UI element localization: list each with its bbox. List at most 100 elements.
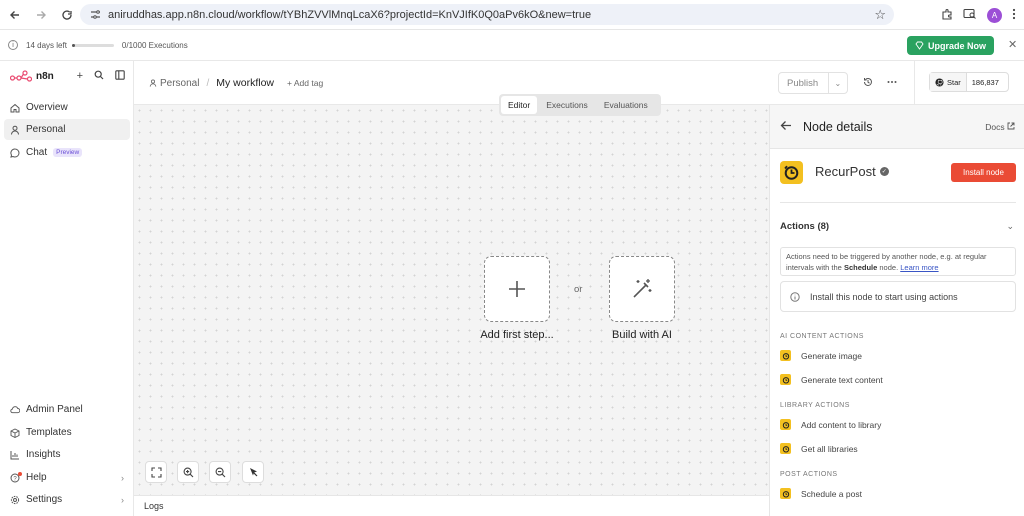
trial-days-left: 14 days left [26,40,67,50]
publish-label: Publish [787,77,819,89]
action-item[interactable]: Generate text content [780,374,883,385]
profile-avatar[interactable]: A [987,7,1002,23]
recurpost-logo-icon [780,161,803,184]
section-heading: POST ACTIONS [780,471,838,478]
site-settings-icon[interactable] [88,8,102,22]
collapse-sidebar-icon[interactable] [115,69,125,83]
house-icon [10,103,20,113]
sidebar-item-templates[interactable]: Templates [4,422,130,443]
pointer-mode-icon[interactable] [242,461,264,483]
project-link[interactable]: Personal [149,78,199,89]
user-icon [149,79,157,87]
action-label: Generate text content [801,374,883,385]
github-star-count: 186,837 [971,77,999,87]
logs-panel-toggle[interactable]: Logs [134,495,769,516]
sidebar-item-settings[interactable]: Settings › [4,489,130,510]
extensions-icon[interactable] [941,8,953,23]
bookmark-star-icon[interactable]: ☆ [874,7,886,23]
tab-search-icon[interactable] [963,8,977,23]
external-link-icon [1007,122,1015,130]
history-icon[interactable] [863,77,873,90]
executions-count: 0/1000 Executions [121,40,188,50]
url-text[interactable]: aniruddhas.app.n8n.cloud/workflow/tYBhZV… [108,9,591,21]
breadcrumb-separator: / [206,77,210,89]
build-with-ai-button[interactable] [609,256,675,322]
sidebar: n8n + Overview Personal Chat Preview Adm… [0,61,134,516]
install-node-callout: Install this node to start using actions [780,281,1016,312]
install-node-button[interactable]: Install node [951,163,1016,182]
action-label: Add content to library [801,419,882,430]
address-bar[interactable]: aniruddhas.app.n8n.cloud/workflow/tYBhZV… [80,4,894,25]
recurpost-icon [780,488,791,499]
sidebar-item-personal[interactable]: Personal [4,119,130,140]
trial-progress-fill [71,43,76,47]
gear-icon [10,495,20,505]
recurpost-icon [780,419,791,430]
sidebar-item-label: Insights [26,449,61,460]
sidebar-item-label: Admin Panel [26,404,83,415]
preview-badge: Preview [53,148,83,157]
n8n-logo[interactable]: n8n [10,70,54,82]
action-label: Get all libraries [801,443,858,454]
github-star-button[interactable]: Star 186,837 [929,72,1009,92]
header-divider [914,61,915,105]
magic-wand-icon [633,279,652,298]
view-tabs: Editor Executions Evaluations [499,94,661,116]
github-star-label: Star [947,77,961,87]
back-arrow-icon[interactable] [780,120,792,134]
sidebar-item-insights[interactable]: Insights [4,444,130,465]
tab-editor[interactable]: Editor [501,96,538,114]
tab-evaluations[interactable]: Evaluations [597,96,655,114]
sidebar-item-chat[interactable]: Chat Preview [4,142,130,163]
action-label: Generate image [801,350,862,361]
recurpost-icon [780,350,791,361]
browser-menu-icon[interactable] [1012,8,1016,23]
tab-executions[interactable]: Executions [539,96,595,114]
fit-view-icon[interactable] [145,461,167,483]
package-icon [10,427,20,438]
upgrade-gem-icon [915,41,924,50]
note-text-2: node. [877,263,901,272]
close-banner-icon[interactable]: ✕ [1008,38,1017,51]
sidebar-item-label: Help [26,472,47,483]
chevron-right-icon: › [121,472,124,483]
chevron-down-icon[interactable]: ⌄ [1006,221,1014,232]
forward-arrow-icon[interactable] [30,4,52,26]
section-heading: LIBRARY ACTIONS [780,402,850,409]
sidebar-item-help[interactable]: ? Help › [4,467,130,488]
back-arrow-icon[interactable] [4,4,26,26]
sidebar-item-admin-panel[interactable]: Admin Panel [4,399,130,420]
action-item[interactable]: Get all libraries [780,443,858,454]
sidebar-item-label: Chat [26,147,48,158]
node-name: RecurPost ✓ [815,164,889,179]
action-item[interactable]: Add content to library [780,419,881,430]
zoom-out-icon[interactable] [209,461,231,483]
add-tag-link[interactable]: + Add tag [287,78,323,88]
more-options-icon[interactable] [887,77,897,90]
breadcrumb: Personal / My workflow + Add tag [149,77,323,89]
cloud-icon [10,405,20,415]
n8n-logo-icon [10,70,32,82]
action-item[interactable]: Generate image [780,350,862,361]
zoom-in-icon[interactable] [177,461,199,483]
panel-divider [780,202,1016,203]
upgrade-now-button[interactable]: Upgrade Now [907,36,994,55]
actions-heading[interactable]: Actions (8) [780,221,829,232]
docs-link[interactable]: Docs [985,122,1015,132]
panel-header: Node details Docs [770,105,1024,149]
logo-text: n8n [36,70,54,82]
publish-button[interactable]: Publish ⌄ [778,72,848,94]
plus-icon [509,281,525,297]
sidebar-item-overview[interactable]: Overview [4,97,130,118]
project-name: Personal [160,77,200,89]
add-first-step-button[interactable] [484,256,550,322]
action-item[interactable]: Schedule a post [780,488,862,499]
user-icon [10,125,20,135]
reload-icon[interactable] [56,4,78,26]
workflow-name[interactable]: My workflow [216,77,274,89]
learn-more-link[interactable]: Learn more [900,263,938,272]
plus-icon[interactable]: + [77,70,83,83]
chevron-down-icon[interactable]: ⌄ [827,73,847,93]
search-icon[interactable] [94,70,104,83]
trial-progress-bar [71,43,114,47]
